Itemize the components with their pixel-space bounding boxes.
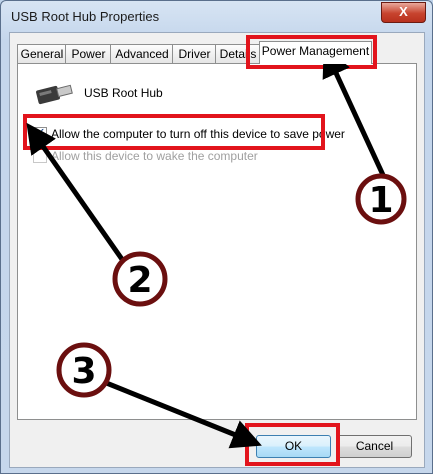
callout-1-text: 1 — [368, 180, 393, 221]
tab-power-management[interactable]: Power Management — [259, 41, 372, 64]
arrow-to-checkbox — [26, 122, 129, 267]
callout-2-text: 2 — [127, 260, 152, 301]
callout-3-text: 3 — [71, 351, 96, 392]
annotation-layer: 1 2 3 — [26, 46, 407, 449]
callout-2: 2 — [112, 251, 168, 307]
callout-3: 3 — [56, 342, 112, 398]
arrow-to-tab — [322, 46, 386, 177]
arrow-to-ok — [103, 379, 262, 449]
callout-1: 1 — [355, 173, 407, 225]
